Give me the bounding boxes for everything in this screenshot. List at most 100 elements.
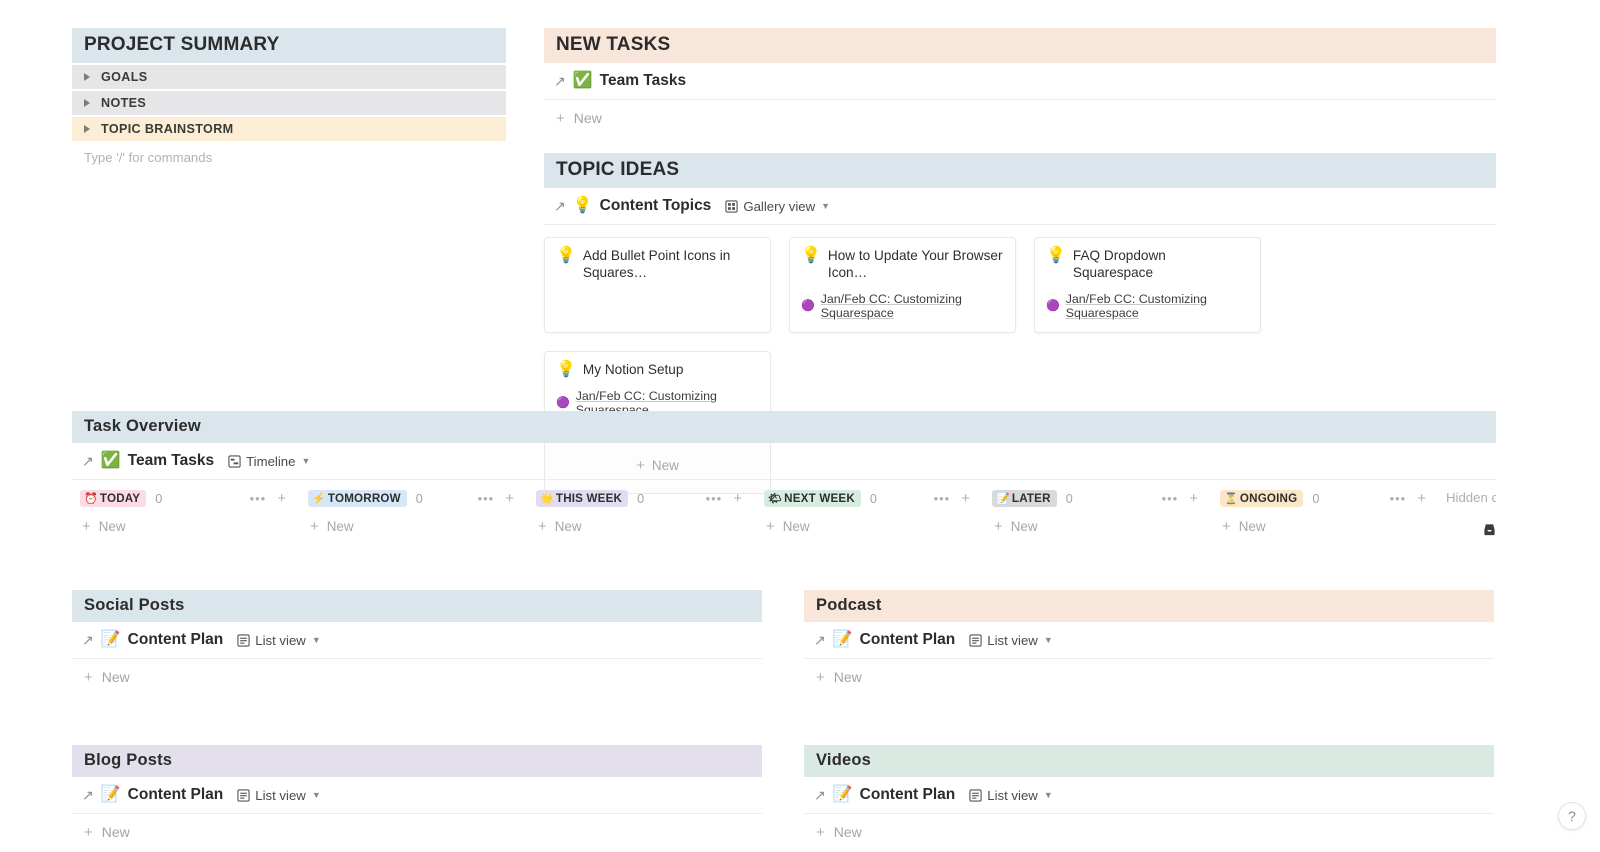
new-item-button[interactable]: + New	[1212, 507, 1440, 534]
toggle-label: TOPIC BRAINSTORM	[101, 122, 234, 136]
blog-posts-block: Blog Posts ↗ 📝 Content Plan List view ▼ …	[72, 745, 762, 850]
plus-icon: +	[816, 823, 825, 841]
new-label: New	[1238, 519, 1266, 534]
new-item-button[interactable]: + New	[804, 659, 1494, 695]
open-external-icon[interactable]: ↗	[82, 788, 94, 802]
list-view-selector[interactable]: List view ▼	[237, 788, 321, 803]
open-external-icon[interactable]: ↗	[814, 788, 826, 802]
new-task-button[interactable]: + New	[544, 100, 1496, 136]
more-options-icon[interactable]: •••	[1162, 492, 1179, 505]
list-view-selector[interactable]: List view ▼	[969, 633, 1053, 648]
new-item-button[interactable]: + New	[300, 507, 528, 534]
blog-posts-database-row[interactable]: ↗ 📝 Content Plan List view ▼	[72, 777, 762, 814]
chevron-right-icon[interactable]	[84, 125, 90, 133]
status-badge[interactable]: ⏰ TODAY	[80, 490, 147, 507]
plus-icon: +	[816, 668, 825, 686]
add-item-icon[interactable]: +	[505, 491, 514, 506]
open-external-icon[interactable]: ↗	[554, 199, 566, 213]
badge-label: TODAY	[99, 492, 141, 505]
gallery-card[interactable]: 💡 Add Bullet Point Icons in Squares…	[544, 237, 771, 333]
new-item-button[interactable]: + New	[528, 507, 756, 534]
toggle-topic-brainstorm[interactable]: TOPIC BRAINSTORM	[72, 117, 506, 141]
new-item-button[interactable]: + New	[756, 507, 984, 534]
status-badge[interactable]: 🌤 NEXT WEEK	[764, 490, 861, 507]
gallery-card[interactable]: 💡 How to Update Your Browser Icon… 🟣 Jan…	[789, 237, 1016, 333]
chevron-right-icon[interactable]	[84, 73, 90, 81]
no-timeline-group[interactable]: No Timeline 0	[1446, 522, 1496, 537]
toggle-notes[interactable]: NOTES	[72, 91, 506, 115]
status-badge[interactable]: ⏳ ONGOING	[1220, 490, 1304, 507]
column-count: 0	[1312, 491, 1320, 506]
add-item-icon[interactable]: +	[961, 491, 970, 506]
help-button[interactable]: ?	[1558, 802, 1586, 830]
add-item-icon[interactable]: +	[277, 491, 286, 506]
database-title[interactable]: Team Tasks	[128, 452, 214, 470]
plus-icon: +	[84, 668, 93, 686]
task-overview-database-row[interactable]: ↗ ✅ Team Tasks Timeline ▼	[72, 443, 1496, 480]
new-item-button[interactable]: + New	[804, 814, 1494, 850]
card-title-row: 💡 Add Bullet Point Icons in Squares…	[556, 248, 759, 282]
view-label: List view	[987, 632, 1038, 648]
timeline-view-icon	[228, 454, 241, 468]
topic-ideas-database-row[interactable]: ↗ 💡 Content Topics Gallery view ▼	[544, 188, 1496, 225]
card-title: My Notion Setup	[582, 361, 684, 377]
column-count: 0	[155, 491, 163, 506]
new-item-button[interactable]: + New	[72, 814, 762, 850]
more-options-icon[interactable]: •••	[706, 492, 723, 505]
lightbulb-icon: 💡	[556, 360, 576, 378]
column-header: 🌤 NEXT WEEK 0 ••• +	[756, 490, 984, 507]
gallery-view-selector[interactable]: Gallery view ▼	[725, 199, 830, 214]
podcast-block: Podcast ↗ 📝 Content Plan List view ▼ + N…	[804, 590, 1494, 695]
column-actions: ••• +	[1162, 491, 1212, 506]
database-title[interactable]: Content Topics	[600, 197, 712, 215]
card-relation-row[interactable]: 🟣 Jan/Feb CC: Customizing Squarespace	[801, 292, 1004, 320]
new-tasks-database-row[interactable]: ↗ ✅ Team Tasks	[544, 63, 1496, 100]
new-label: New	[98, 519, 126, 534]
column-header: 🌟 THIS WEEK 0 ••• +	[528, 490, 756, 507]
open-external-icon[interactable]: ↗	[82, 454, 94, 468]
add-item-icon[interactable]: +	[733, 491, 742, 506]
chevron-down-icon: ▼	[1043, 790, 1053, 800]
new-item-button[interactable]: + New	[72, 659, 762, 695]
database-title[interactable]: Content Plan	[128, 786, 224, 804]
view-label: List view	[255, 632, 306, 648]
card-relation-label: Jan/Feb CC: Customizing Squarespace	[1065, 291, 1207, 320]
social-posts-database-row[interactable]: ↗ 📝 Content Plan List view ▼	[72, 622, 762, 659]
database-title[interactable]: Content Plan	[860, 786, 956, 804]
add-item-icon[interactable]: +	[1189, 491, 1198, 506]
badge-label: LATER	[1011, 492, 1051, 505]
column-count: 0	[637, 491, 645, 506]
database-title[interactable]: Team Tasks	[600, 72, 686, 90]
more-options-icon[interactable]: •••	[250, 492, 267, 505]
open-external-icon[interactable]: ↗	[814, 633, 826, 647]
gallery-card[interactable]: 💡 FAQ Dropdown Squarespace 🟣 Jan/Feb CC:…	[1034, 237, 1261, 333]
task-overview-block: Task Overview ↗ ✅ Team Tasks Timeline ▼	[72, 411, 1496, 537]
chevron-right-icon[interactable]	[84, 99, 90, 107]
more-options-icon[interactable]: •••	[1390, 492, 1407, 505]
list-view-selector[interactable]: List view ▼	[237, 633, 321, 648]
open-external-icon[interactable]: ↗	[82, 633, 94, 647]
videos-database-row[interactable]: ↗ 📝 Content Plan List view ▼	[804, 777, 1494, 814]
memo-icon: 📝	[832, 786, 853, 803]
open-external-icon[interactable]: ↗	[554, 74, 566, 88]
podcast-database-row[interactable]: ↗ 📝 Content Plan List view ▼	[804, 622, 1494, 659]
database-title[interactable]: Content Plan	[128, 631, 224, 649]
slash-command-hint[interactable]: Type '/' for commands	[72, 141, 506, 165]
new-item-button[interactable]: + New	[72, 507, 300, 534]
status-badge[interactable]: 📝 LATER	[992, 490, 1057, 507]
new-item-button[interactable]: + New	[984, 507, 1212, 534]
status-badge[interactable]: ⚡ TOMORROW	[308, 490, 407, 507]
more-options-icon[interactable]: •••	[934, 492, 951, 505]
toggle-goals[interactable]: GOALS	[72, 65, 506, 89]
new-label: New	[554, 519, 582, 534]
memo-icon: 📝	[100, 631, 121, 648]
database-title[interactable]: Content Plan	[860, 631, 956, 649]
timeline-view-selector[interactable]: Timeline ▼	[228, 454, 310, 469]
hidden-columns-label[interactable]: Hidden columns	[1446, 490, 1496, 505]
list-view-selector[interactable]: List view ▼	[969, 788, 1053, 803]
more-options-icon[interactable]: •••	[478, 492, 495, 505]
add-item-icon[interactable]: +	[1417, 491, 1426, 506]
card-relation-row[interactable]: 🟣 Jan/Feb CC: Customizing Squarespace	[1046, 292, 1249, 320]
social-posts-block: Social Posts ↗ 📝 Content Plan List view …	[72, 590, 762, 695]
status-badge[interactable]: 🌟 THIS WEEK	[536, 490, 629, 507]
